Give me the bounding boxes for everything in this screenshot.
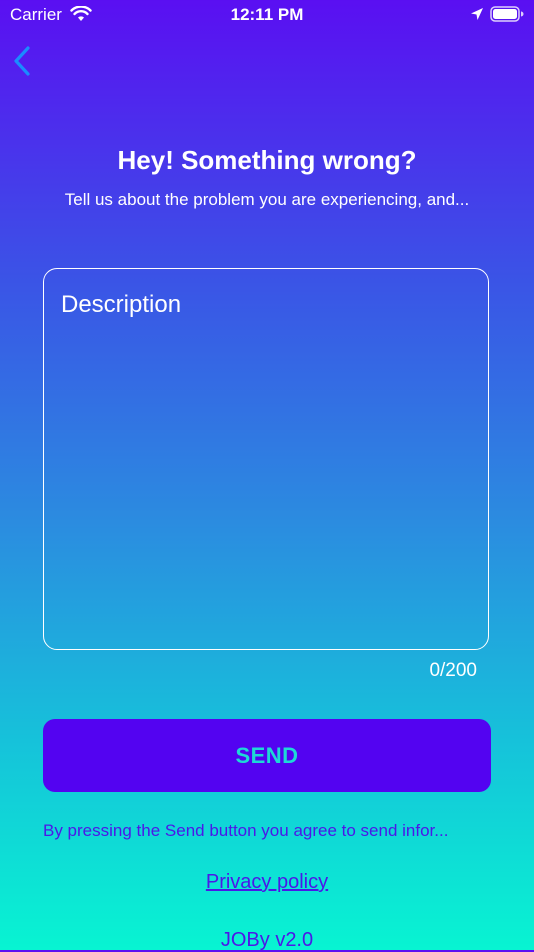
location-arrow-icon	[470, 7, 484, 26]
status-bar: Carrier 12:11 PM	[0, 0, 534, 30]
description-textarea[interactable]: Description	[43, 268, 489, 650]
description-placeholder: Description	[61, 291, 182, 318]
send-button[interactable]: SEND	[43, 719, 491, 792]
page-subtitle: Tell us about the problem you are experi…	[64, 190, 470, 209]
back-button[interactable]	[10, 44, 40, 78]
page-title: Hey! Something wrong?	[117, 145, 417, 175]
character-counter: 0/200	[429, 660, 477, 681]
disclaimer-text: By pressing the Send button you agree to…	[43, 821, 449, 840]
privacy-policy-link[interactable]: Privacy policy	[0, 871, 534, 894]
status-time: 12:11 PM	[230, 5, 304, 24]
battery-icon	[490, 6, 524, 27]
app-version: JOBy v2.0	[220, 929, 314, 951]
chevron-left-icon	[14, 46, 30, 76]
